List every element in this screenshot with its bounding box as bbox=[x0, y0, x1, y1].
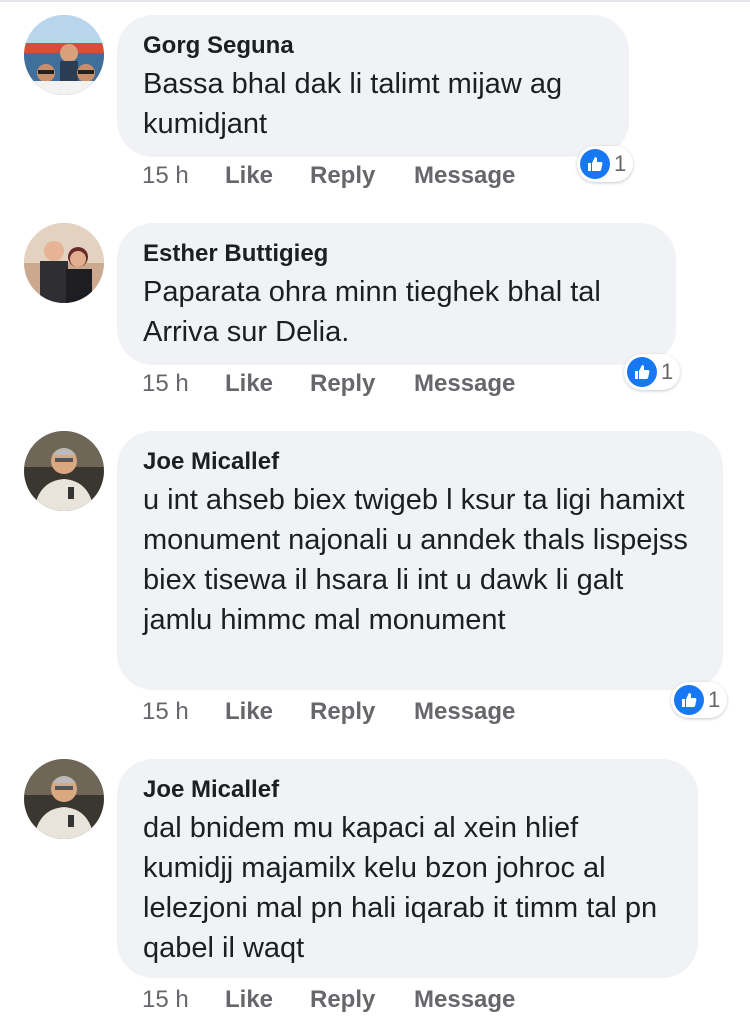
reply-button[interactable]: Reply bbox=[310, 985, 375, 1015]
comment-author[interactable]: Esther Buttigieg bbox=[143, 239, 650, 269]
like-button[interactable]: Like bbox=[225, 985, 273, 1015]
comment-bubble: Esther Buttigieg Paparata ohra minn tieg… bbox=[117, 223, 676, 365]
comment-author[interactable]: Joe Micallef bbox=[143, 775, 672, 805]
message-button[interactable]: Message bbox=[414, 369, 515, 399]
comment-author[interactable]: Gorg Seguna bbox=[143, 31, 603, 61]
reaction-badge[interactable]: 1 bbox=[624, 354, 681, 390]
message-button[interactable]: Message bbox=[414, 697, 515, 727]
top-divider bbox=[0, 0, 750, 2]
reply-button[interactable]: Reply bbox=[310, 161, 375, 191]
like-button[interactable]: Like bbox=[225, 161, 273, 191]
comment-bubble: Joe Micallef dal bnidem mu kapaci al xei… bbox=[117, 759, 698, 978]
reaction-count: 1 bbox=[614, 151, 627, 176]
comment-text: Paparata ohra minn tieghek bhal tal Arri… bbox=[143, 276, 601, 348]
avatar[interactable] bbox=[24, 431, 104, 511]
reply-button[interactable]: Reply bbox=[310, 697, 375, 727]
thumbs-up-icon bbox=[674, 685, 704, 715]
reaction-count: 1 bbox=[661, 359, 674, 384]
comment-timestamp[interactable]: 15 h bbox=[142, 161, 189, 191]
avatar[interactable] bbox=[24, 759, 104, 839]
like-button[interactable]: Like bbox=[225, 369, 273, 399]
comment-timestamp[interactable]: 15 h bbox=[142, 985, 189, 1015]
reply-button[interactable]: Reply bbox=[310, 369, 375, 399]
comment-text: dal bnidem mu kapaci al xein hlief kumid… bbox=[143, 812, 658, 964]
comment-bubble: Gorg Seguna Bassa bhal dak li talimt mij… bbox=[117, 15, 629, 157]
comment-timestamp[interactable]: 15 h bbox=[142, 697, 189, 727]
avatar[interactable] bbox=[24, 15, 104, 95]
reaction-count: 1 bbox=[708, 687, 721, 712]
thumbs-up-icon bbox=[580, 149, 610, 179]
comment-text: u int ahseb biex twigeb l ksur ta ligi h… bbox=[143, 484, 688, 636]
like-button[interactable]: Like bbox=[225, 697, 273, 727]
comment-text: Bassa bhal dak li talimt mijaw ag kumidj… bbox=[143, 68, 563, 140]
message-button[interactable]: Message bbox=[414, 161, 515, 191]
comment-timestamp[interactable]: 15 h bbox=[142, 369, 189, 399]
message-button[interactable]: Message bbox=[414, 985, 515, 1015]
avatar[interactable] bbox=[24, 223, 104, 303]
reaction-badge[interactable]: 1 bbox=[577, 146, 634, 182]
reaction-badge[interactable]: 1 bbox=[671, 682, 728, 718]
comment-author[interactable]: Joe Micallef bbox=[143, 447, 697, 477]
thumbs-up-icon bbox=[627, 357, 657, 387]
comment-bubble: Joe Micallef u int ahseb biex twigeb l k… bbox=[117, 431, 723, 690]
